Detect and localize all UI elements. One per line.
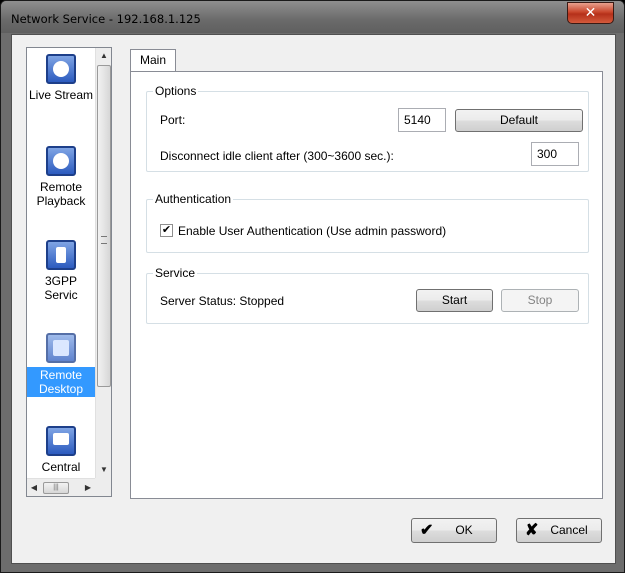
sidebar-item-remote-playback[interactable]: Remote Playback: [27, 146, 95, 208]
authentication-group: Authentication: [146, 192, 589, 253]
idle-timeout-field[interactable]: 300: [531, 142, 579, 166]
sidebar-item-central[interactable]: Central: [27, 426, 95, 474]
tab-main[interactable]: Main: [130, 49, 176, 71]
authentication-legend: Authentication: [155, 192, 232, 206]
cancel-button[interactable]: ✘ Cancel: [516, 518, 602, 543]
central-icon: [46, 426, 76, 456]
horizontal-scroll-thumb[interactable]: |||: [43, 482, 69, 494]
close-icon: ✕: [584, 5, 597, 21]
horizontal-scrollbar[interactable]: ◀ ||| ▶: [27, 478, 95, 496]
sidebar-item-label: Remote Desktop: [27, 367, 95, 397]
scroll-left-arrow-icon[interactable]: ◀: [27, 479, 41, 496]
port-label: Port:: [160, 113, 186, 127]
sidebar-item-live-stream[interactable]: Live Stream: [27, 54, 95, 102]
service-list: Live Stream Remote Playback 3GPP Servic …: [26, 47, 112, 497]
tab-panel-main: Options Port: 5140 Default Disconnect id…: [130, 71, 603, 499]
start-button[interactable]: Start: [416, 289, 493, 312]
remote-playback-icon: [46, 146, 76, 176]
service-legend: Service: [155, 266, 196, 280]
options-legend: Options: [155, 84, 197, 98]
sidebar-item-label: 3GPP Servic: [44, 274, 78, 302]
sidebar-item-remote-desktop[interactable]: Remote Desktop: [27, 333, 95, 397]
dialog-client-area: Live Stream Remote Playback 3GPP Servic …: [11, 34, 616, 564]
ok-label: OK: [455, 523, 473, 537]
title-bar[interactable]: Network Service - 192.168.1.125 ✕: [1, 1, 624, 33]
enable-user-authentication-label[interactable]: Enable User Authentication (Use admin pa…: [178, 224, 446, 238]
close-button[interactable]: ✕: [567, 2, 614, 24]
port-field[interactable]: 5140: [398, 108, 446, 132]
enable-user-authentication-checkbox[interactable]: ✔: [160, 224, 173, 237]
scrollbar-corner: [95, 478, 111, 496]
scroll-down-arrow-icon[interactable]: ▼: [96, 462, 111, 478]
sidebar-item-label: Central: [41, 460, 81, 474]
default-button[interactable]: Default: [455, 109, 583, 132]
remote-desktop-icon: [46, 333, 76, 363]
live-stream-icon: [46, 54, 76, 84]
scroll-up-arrow-icon[interactable]: ▲: [96, 48, 111, 64]
window-title: Network Service - 192.168.1.125: [11, 12, 201, 26]
scroll-right-arrow-icon[interactable]: ▶: [81, 479, 95, 496]
sidebar-item-3gpp-service[interactable]: 3GPP Servic: [27, 240, 95, 302]
cancel-label: Cancel: [550, 523, 588, 537]
3gpp-service-icon: [46, 240, 76, 270]
scroll-thumb[interactable]: [97, 65, 111, 387]
network-service-window: Network Service - 192.168.1.125 ✕ Live S…: [0, 0, 625, 573]
idle-timeout-label: Disconnect idle client after (300~3600 s…: [160, 149, 394, 163]
checkmark-icon: ✔: [161, 224, 172, 236]
stop-button[interactable]: Stop: [501, 289, 579, 312]
ok-button[interactable]: ✔ OK: [411, 518, 497, 543]
sidebar-item-label: Live Stream: [28, 88, 94, 102]
server-status-text: Server Status: Stopped: [160, 294, 285, 308]
sidebar-item-label: Remote Playback: [36, 180, 86, 208]
vertical-scrollbar[interactable]: ▲ ▼: [95, 48, 111, 478]
